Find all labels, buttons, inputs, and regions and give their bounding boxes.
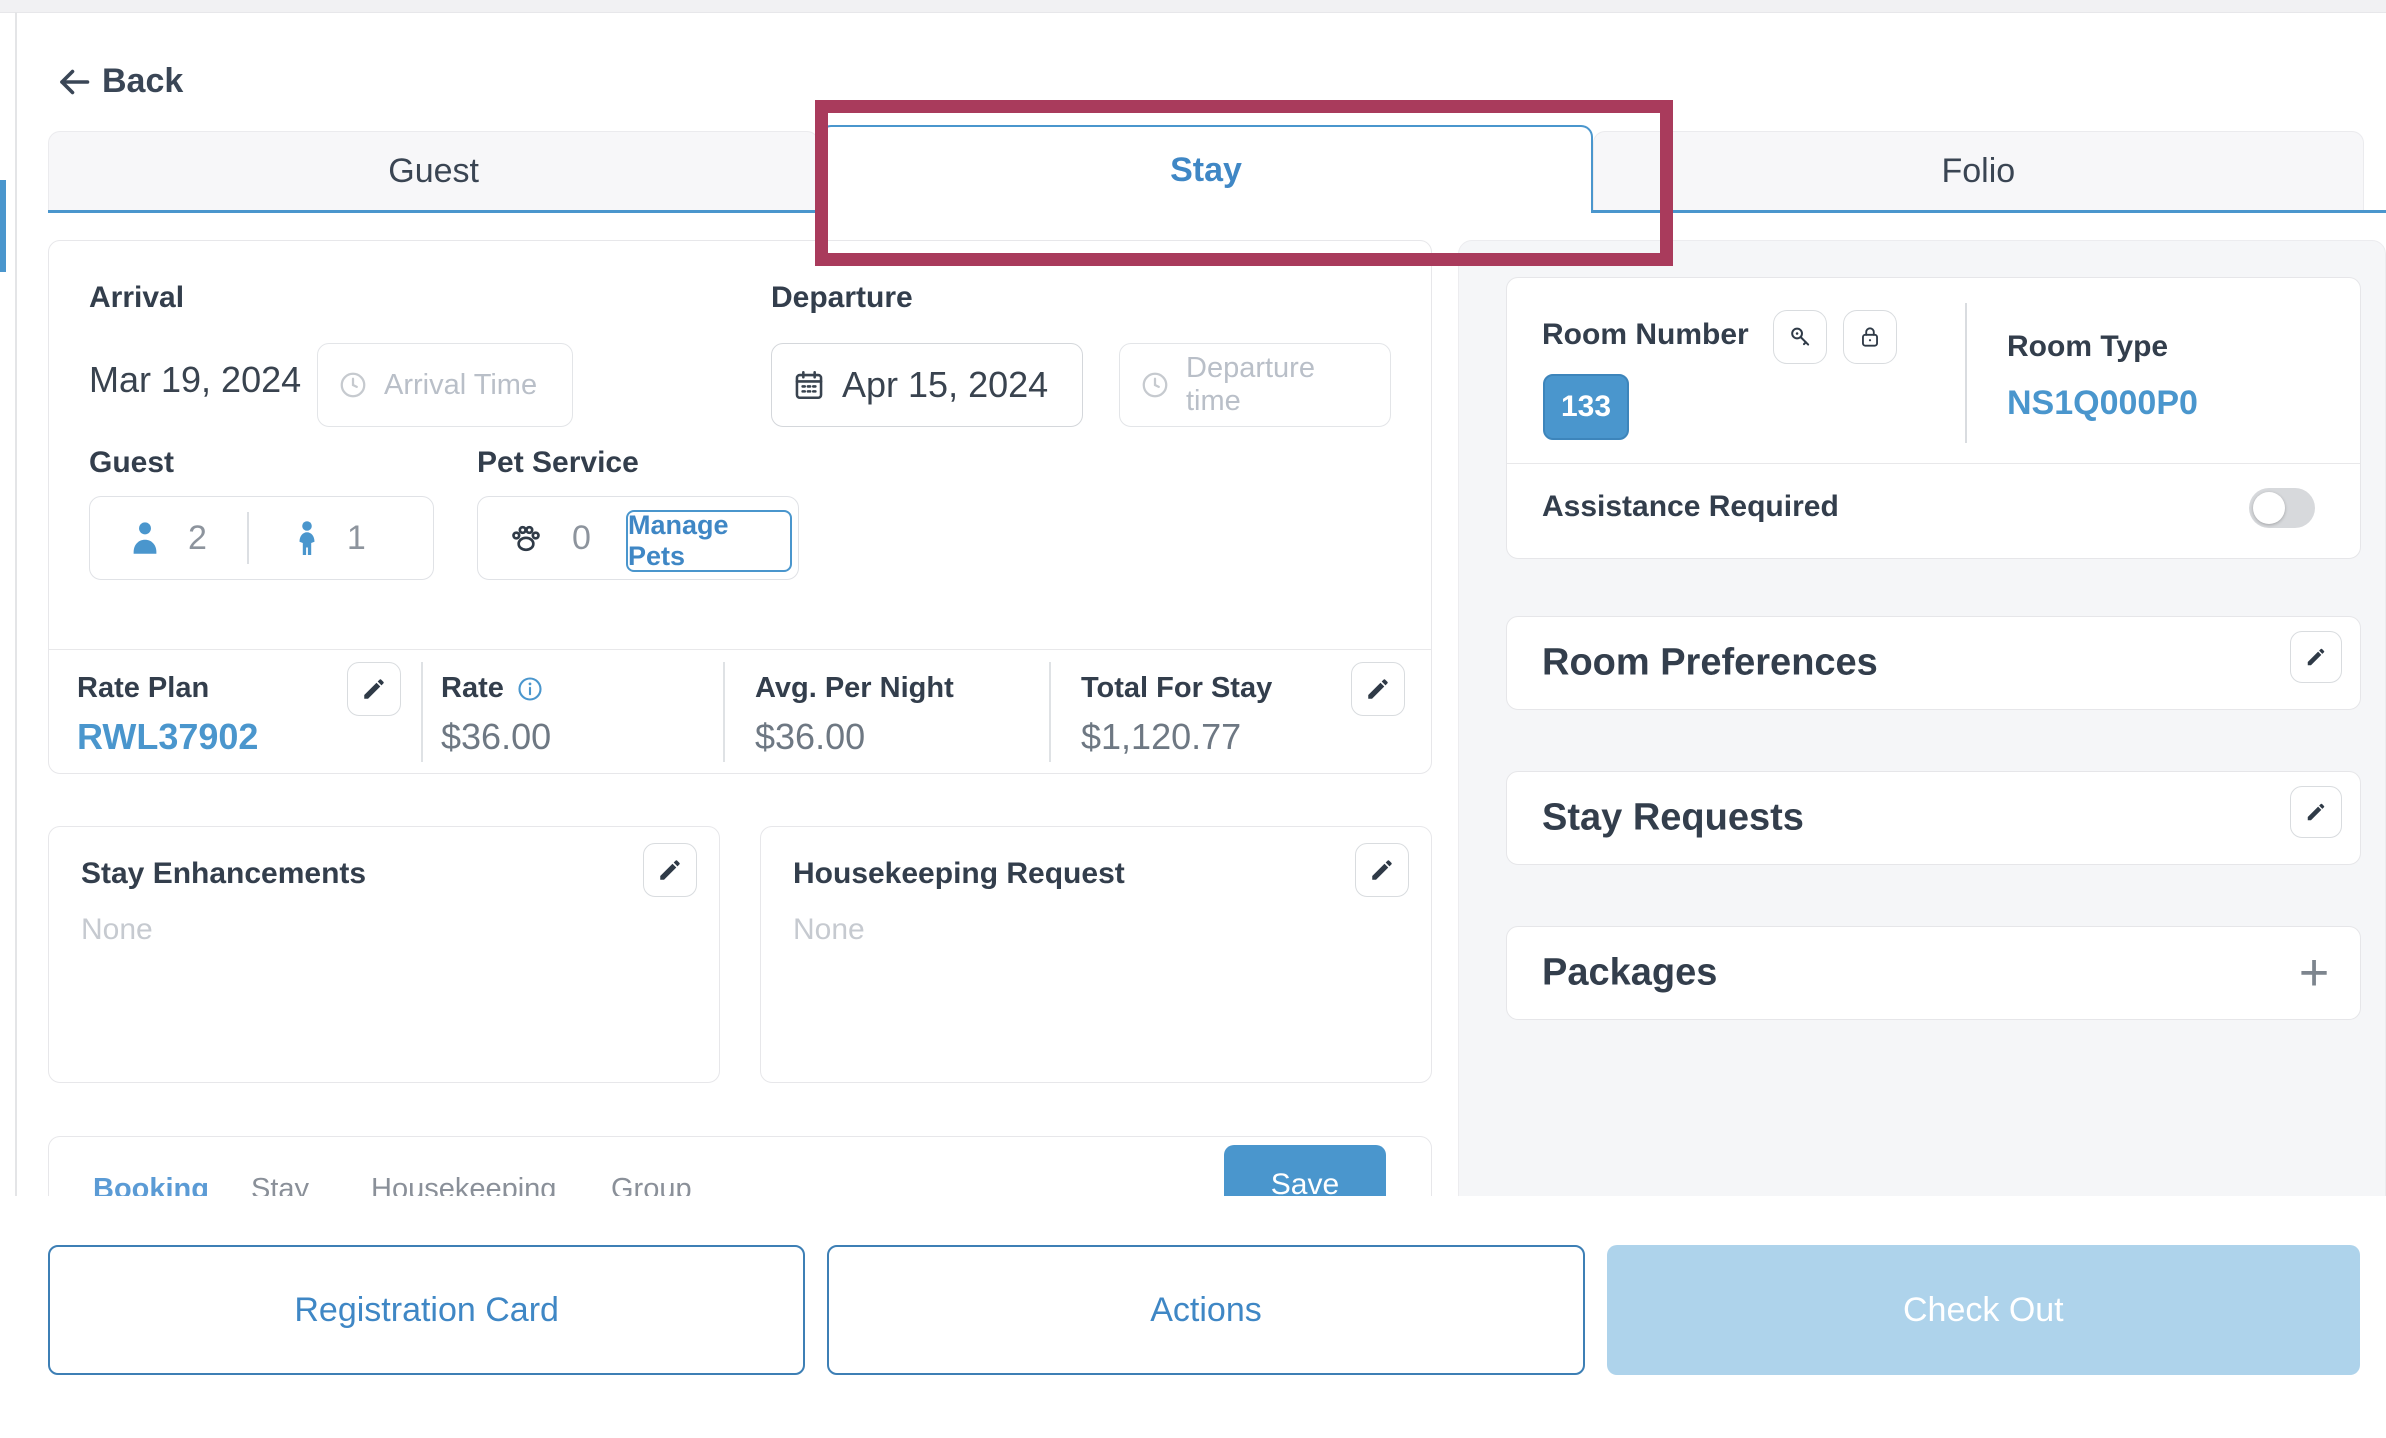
tab-guest[interactable]: Guest [48,131,819,210]
top-strip [0,0,2386,13]
pencil-icon [2305,646,2327,668]
rate-value: $36.00 [441,716,551,758]
departure-label: Departure [771,281,913,315]
lock-icon [1857,324,1883,350]
rate-divider [723,662,725,762]
pencil-icon [1365,676,1391,702]
arrow-left-icon [56,64,92,100]
stay-summary-card: Arrival Mar 19, 2024 Arrival Time Depart… [48,240,1432,774]
manage-pets-button[interactable]: Manage Pets [626,510,792,572]
room-card-hdivider [1507,463,2360,464]
edit-stay-enhancements-button[interactable] [643,843,697,897]
arrival-time-placeholder: Arrival Time [384,369,537,402]
child-person-icon [289,518,325,558]
room-panel: Room Number 133 Room Type NS1Q000P0 Assi… [1458,240,2386,1212]
arrival-date-value[interactable]: Mar 19, 2024 [89,359,301,401]
actions-button[interactable]: Actions [827,1245,1584,1375]
info-icon[interactable] [516,675,544,703]
rate-divider [421,662,423,762]
rate-divider [1049,662,1051,762]
calendar-icon [792,368,826,402]
edit-rate-plan-button[interactable] [347,662,401,716]
avg-per-night-value: $36.00 [755,716,865,758]
stay-enhancements-card: Stay Enhancements None [48,826,720,1083]
total-for-stay-label: Total For Stay [1081,672,1272,705]
guest-box-divider [247,512,249,564]
housekeeping-request-card: Housekeeping Request None [760,826,1432,1083]
tab-bar: Guest Stay Folio [48,128,2386,213]
departure-date-value: Apr 15, 2024 [842,364,1048,406]
pencil-icon [2305,801,2327,823]
back-button[interactable]: Back [56,62,183,101]
stay-details-screen: Back Guest Stay Folio Arrival Mar 19, 20… [0,0,2386,1438]
back-label: Back [102,62,183,101]
left-scroll-indicator[interactable] [0,180,6,272]
paw-icon [506,518,546,558]
pencil-icon [361,676,387,702]
packages-card: Packages + [1506,926,2361,1020]
arrival-label: Arrival [89,281,184,315]
edit-stay-requests-button[interactable] [2290,786,2342,838]
room-card-divider [1965,303,1967,443]
pencil-icon [1369,857,1395,883]
departure-time-placeholder: Departure time [1186,352,1370,418]
clock-icon [1140,370,1170,400]
guest-count-label: Guest [89,446,174,480]
packages-title: Packages [1542,952,1717,995]
adult-count: 2 [188,519,207,558]
avg-per-night-label: Avg. Per Night [755,672,954,705]
stay-enhancements-value: None [81,913,153,947]
assistance-required-label: Assistance Required [1542,490,1839,524]
toggle-knob [2253,492,2285,524]
rate-label: Rate [441,672,544,705]
housekeeping-request-value: None [793,913,865,947]
room-type-link[interactable]: NS1Q000P0 [2007,384,2198,423]
stay-requests-card: Stay Requests [1506,771,2361,865]
registration-card-button[interactable]: Registration Card [48,1245,805,1375]
edit-rate-button[interactable] [1351,662,1405,716]
room-key-button[interactable] [1773,310,1827,364]
plus-icon: + [2299,943,2329,1003]
edit-room-preferences-button[interactable] [2290,631,2342,683]
room-type-label: Room Type [2007,330,2168,364]
key-icon [1786,323,1814,351]
add-package-button[interactable]: + [2290,949,2338,997]
room-number-label: Room Number [1542,318,1749,352]
room-preferences-title: Room Preferences [1542,642,1878,685]
tab-folio[interactable]: Folio [1593,131,2364,210]
guest-count-box[interactable]: 2 1 [89,496,434,580]
rate-plan-label: Rate Plan [77,672,209,705]
assistance-required-toggle[interactable] [2249,488,2315,528]
departure-date-input[interactable]: Apr 15, 2024 [771,343,1083,427]
total-for-stay-value: $1,120.77 [1081,716,1241,758]
tab-stay[interactable]: Stay [819,125,1592,213]
pencil-icon [657,857,683,883]
rate-row: Rate Plan RWL37902 Rate $36.00 Avg. Per … [49,649,1431,773]
housekeeping-request-title: Housekeeping Request [793,857,1125,891]
clock-icon [338,370,368,400]
stay-requests-title: Stay Requests [1542,797,1804,840]
room-number-badge[interactable]: 133 [1543,374,1629,440]
stay-enhancements-title: Stay Enhancements [81,857,366,891]
check-out-button[interactable]: Check Out [1607,1245,2360,1375]
pet-service-label: Pet Service [477,446,639,480]
pet-count: 0 [572,519,591,558]
room-info-card: Room Number 133 Room Type NS1Q000P0 Assi… [1506,277,2361,559]
room-preferences-card: Room Preferences [1506,616,2361,710]
adult-person-icon [124,517,166,559]
pet-service-box: 0 Manage Pets [477,496,799,580]
departure-time-input[interactable]: Departure time [1119,343,1391,427]
rate-plan-link[interactable]: RWL37902 [77,716,258,758]
arrival-time-input[interactable]: Arrival Time [317,343,573,427]
room-lock-button[interactable] [1843,310,1897,364]
edit-housekeeping-button[interactable] [1355,843,1409,897]
footer-bar: Registration Card Actions Check Out [0,1196,2386,1438]
child-count: 1 [347,519,366,558]
